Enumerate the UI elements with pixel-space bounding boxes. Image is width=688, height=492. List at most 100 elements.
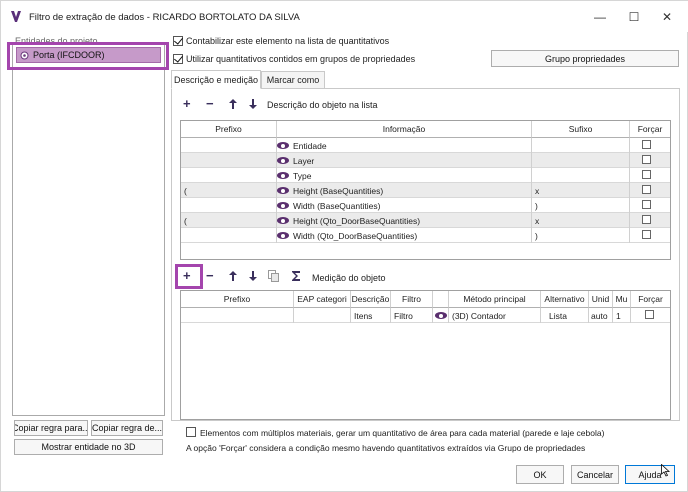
row-alternative[interactable]: Lista [541, 308, 589, 323]
col-filter: Filtro [391, 291, 433, 308]
show-entity-3d-button[interactable]: Mostrar entidade no 3D [14, 439, 163, 455]
row-prefix[interactable]: ( [181, 213, 277, 228]
visibility-eye-icon[interactable] [277, 217, 289, 224]
table-row[interactable]: ( Height (Qto_DoorBaseQuantities) x [181, 213, 670, 228]
table-row[interactable]: Entidade [181, 138, 670, 153]
col-suffix: Sufixo [532, 121, 630, 138]
table-row[interactable]: Type [181, 168, 670, 183]
row-info[interactable]: Layer [277, 153, 532, 168]
table-row[interactable]: Layer [181, 153, 670, 168]
row-prefix[interactable] [181, 198, 277, 213]
force-checkbox[interactable] [642, 230, 651, 239]
move-up-icon[interactable] [229, 271, 237, 281]
col-description: Descrição [351, 291, 391, 308]
remove-measurement-button[interactable]: − [206, 268, 214, 283]
row-info[interactable]: Height (Qto_DoorBaseQuantities) [277, 213, 532, 228]
row-eap[interactable] [294, 308, 351, 323]
visibility-eye-icon[interactable] [435, 312, 447, 319]
use-groups-checkbox[interactable] [173, 54, 183, 64]
row-suffix[interactable] [532, 153, 630, 168]
row-prefix[interactable]: ( [181, 183, 277, 198]
row-suffix[interactable]: x [532, 213, 630, 228]
visibility-eye-icon[interactable] [277, 157, 289, 164]
move-down-icon[interactable] [249, 99, 257, 109]
row-prefix[interactable] [181, 138, 277, 153]
col-multiplier: Mu [613, 291, 631, 308]
window-title: Filtro de extração de dados - RICARDO BO… [29, 12, 300, 23]
tab-description-measurement[interactable]: Descrição e medição [171, 70, 261, 89]
force-checkbox[interactable] [642, 215, 651, 224]
force-checkbox[interactable] [642, 185, 651, 194]
cancel-button[interactable]: Cancelar [571, 465, 619, 484]
measurement-toolbar-label: Medição do objeto [312, 273, 386, 283]
visibility-eye-icon[interactable] [277, 232, 289, 239]
row-suffix[interactable] [532, 138, 630, 153]
row-main-method[interactable]: (3D) Contador [449, 308, 541, 323]
multi-material-checkbox[interactable] [186, 427, 196, 437]
row-info-text: Entidade [293, 140, 327, 151]
row-suffix[interactable]: ) [532, 228, 630, 243]
use-groups-label: Utilizar quantitativos contidos em grupo… [186, 54, 416, 64]
force-checkbox[interactable] [642, 140, 651, 149]
col-prefix: Prefixo [181, 121, 277, 138]
ok-button[interactable]: OK [516, 465, 564, 484]
row-info-text: Type [293, 170, 312, 181]
add-description-button[interactable]: + [183, 97, 191, 110]
visibility-eye-icon[interactable] [277, 187, 289, 194]
row-filter[interactable]: Filtro [391, 308, 433, 323]
table-row[interactable]: Itens Filtro (3D) Contador Lista auto 1 [181, 308, 670, 323]
move-up-icon[interactable] [229, 99, 237, 109]
table-row[interactable]: ( Height (BaseQuantities) x [181, 183, 670, 198]
remove-description-button[interactable]: − [206, 96, 214, 111]
col-force: Forçar [630, 121, 670, 138]
row-suffix[interactable]: x [532, 183, 630, 198]
row-suffix[interactable]: ) [532, 198, 630, 213]
copy-rule-to-button[interactable]: Copiar regra para... [14, 420, 88, 436]
row-info-text: Height (Qto_DoorBaseQuantities) [293, 215, 421, 226]
row-unit[interactable]: auto [589, 308, 613, 323]
visibility-eye-icon[interactable] [277, 172, 289, 179]
row-prefix[interactable] [181, 153, 277, 168]
row-info[interactable]: Width (Qto_DoorBaseQuantities) [277, 228, 532, 243]
row-prefix[interactable] [181, 308, 294, 323]
minimize-button[interactable]: — [586, 6, 614, 28]
row-info[interactable]: Type [277, 168, 532, 183]
tab-mark-as[interactable]: Marcar como [261, 71, 325, 89]
force-checkbox[interactable] [642, 200, 651, 209]
visibility-eye-icon[interactable] [277, 142, 289, 149]
copy-icon[interactable] [268, 270, 279, 282]
move-down-icon[interactable] [249, 271, 257, 281]
entity-list[interactable]: Porta (IFCDOOR) [12, 43, 165, 416]
sum-icon[interactable] [291, 271, 301, 281]
row-suffix[interactable] [532, 168, 630, 183]
row-info-text: Layer [293, 155, 315, 166]
row-description[interactable]: Itens [351, 308, 391, 323]
table-row[interactable]: Width (BaseQuantities) ) [181, 198, 670, 213]
force-note: A opção 'Forçar' considera a condição me… [186, 443, 586, 453]
force-checkbox[interactable] [642, 170, 651, 179]
force-checkbox[interactable] [645, 310, 654, 319]
row-info[interactable]: Height (BaseQuantities) [277, 183, 532, 198]
description-toolbar-label: Descrição do objeto na lista [267, 100, 378, 110]
col-visibility [433, 291, 449, 308]
property-group-button[interactable]: Grupo propriedades [491, 50, 679, 67]
maximize-button[interactable]: ☐ [620, 6, 648, 28]
count-element-checkbox[interactable] [173, 36, 183, 46]
maximize-icon: ☐ [628, 10, 640, 24]
row-visibility[interactable] [433, 308, 449, 323]
visibility-eye-icon[interactable] [277, 202, 289, 209]
close-button[interactable]: ✕ [653, 6, 681, 28]
row-prefix[interactable] [181, 168, 277, 183]
minus-icon: − [206, 96, 214, 111]
force-checkbox[interactable] [642, 155, 651, 164]
row-prefix[interactable] [181, 228, 277, 243]
measurement-grid: Prefixo EAP categori Descrição Filtro Mé… [180, 290, 671, 420]
add-measurement-button[interactable]: + [183, 269, 191, 282]
copy-rule-from-button[interactable]: Copiar regra de... [91, 420, 163, 436]
row-info[interactable]: Entidade [277, 138, 532, 153]
row-info[interactable]: Width (BaseQuantities) [277, 198, 532, 213]
table-row[interactable]: Width (Qto_DoorBaseQuantities) ) [181, 228, 670, 243]
row-info-text: Width (BaseQuantities) [293, 200, 381, 211]
row-multiplier[interactable]: 1 [613, 308, 631, 323]
minus-icon: − [206, 268, 214, 283]
